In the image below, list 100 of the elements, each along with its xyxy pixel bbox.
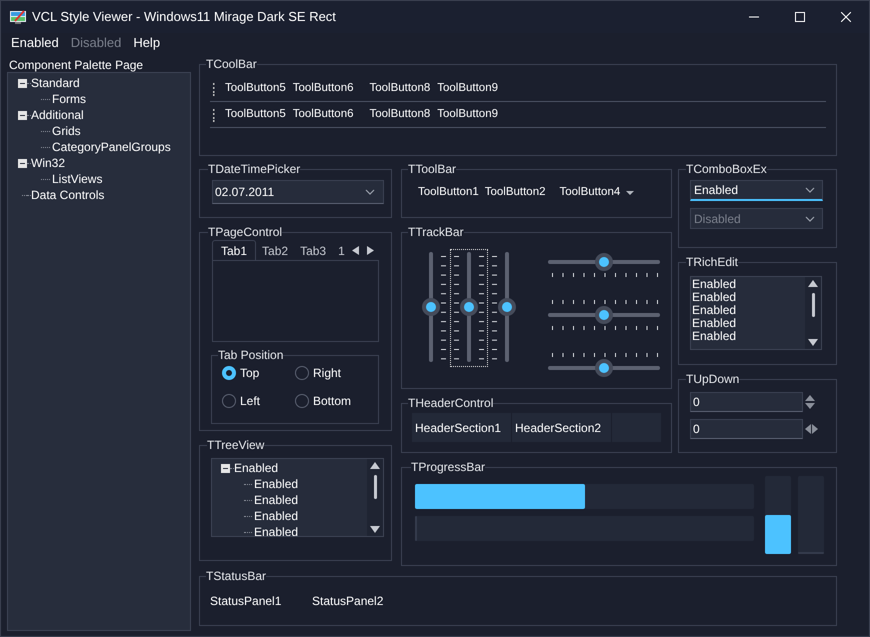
radio-label: Top [240, 365, 260, 382]
tool-button[interactable]: ToolButton5 [223, 106, 288, 124]
slider[interactable] [547, 298, 661, 332]
tree-item[interactable]: Grids [52, 122, 81, 140]
date-value: 02.07.2011 [215, 184, 276, 201]
tool-button[interactable]: ToolButton1 [418, 184, 479, 202]
dropdown-arrow-icon [626, 190, 634, 195]
radio-label: Left [240, 393, 260, 410]
panel-label: Component Palette Page [8, 57, 144, 71]
tree-item[interactable]: Standard [31, 74, 80, 92]
tab[interactable]: Tab2 [256, 242, 294, 260]
tab[interactable]: Tab3 [294, 242, 332, 260]
tree-item[interactable]: Enabled [254, 507, 298, 525]
rich-edit-box[interactable]: Enabled Enabled Enabled Enabled Enabled [690, 276, 822, 350]
group-title: Tab Position [218, 348, 284, 362]
scroll-up-icon[interactable] [808, 280, 818, 287]
spin-down-icon[interactable] [805, 403, 815, 409]
tree-item[interactable]: Enabled [254, 475, 298, 493]
scroll-left-icon[interactable] [352, 246, 359, 255]
tree-item[interactable]: Forms [52, 90, 86, 108]
collapse-icon[interactable] [18, 78, 27, 88]
tree-item[interactable]: Enabled [254, 523, 298, 536]
group-title: TTreeView [207, 438, 264, 452]
slider-thumb[interactable] [460, 298, 478, 316]
tool-button[interactable]: ToolButton6 [290, 106, 356, 124]
header-section[interactable]: HeaderSection1 [412, 413, 512, 442]
scrollbar[interactable] [367, 459, 383, 536]
scrollbar[interactable] [805, 277, 821, 349]
combo-box[interactable]: Enabled [690, 180, 823, 201]
tool-button[interactable]: ToolButton9 [435, 106, 500, 124]
slider[interactable] [450, 249, 488, 367]
tree-item[interactable]: Data Controls [31, 186, 104, 204]
tree-item[interactable]: Additional [31, 106, 84, 124]
date-field[interactable]: 02.07.2011 [212, 180, 384, 204]
tree-connector [41, 178, 50, 180]
tree-item[interactable]: Win32 [31, 154, 66, 172]
menu-item[interactable]: Help [133, 33, 160, 53]
slider-track[interactable] [422, 252, 440, 362]
scroll-down-icon[interactable] [370, 526, 380, 533]
text-line: Enabled [692, 317, 738, 330]
slider-track[interactable] [548, 253, 660, 271]
group-title: TToolBar [408, 162, 456, 176]
scroll-right-icon[interactable] [366, 246, 374, 255]
tool-button[interactable]: ToolButton8 [368, 80, 432, 98]
scroll-thumb[interactable] [374, 475, 376, 499]
grip-icon[interactable] [212, 108, 215, 122]
tree-item[interactable]: Enabled [234, 459, 278, 477]
combo-value: Disabled [694, 210, 742, 228]
radio-button[interactable] [222, 366, 236, 380]
header-section[interactable]: HeaderSection2 [512, 413, 612, 442]
slider-thumb[interactable] [498, 298, 516, 316]
group-title: TRichEdit [686, 255, 738, 269]
slider-thumb[interactable] [595, 359, 613, 377]
tree-connector [41, 130, 50, 132]
group-title: TStatusBar [206, 569, 266, 583]
scroll-down-icon[interactable] [808, 339, 818, 346]
tab[interactable]: Tab1 [212, 240, 256, 260]
tool-button[interactable]: ToolButton2 [484, 184, 546, 202]
close-icon [841, 12, 851, 22]
radio-button[interactable] [295, 366, 309, 380]
slider-track[interactable] [548, 359, 660, 377]
tree-item[interactable]: ListViews [52, 170, 102, 188]
grip-icon[interactable] [212, 82, 215, 96]
tree-item[interactable]: Enabled [254, 491, 298, 509]
slider-track[interactable] [548, 306, 660, 324]
tree-connector [41, 98, 50, 100]
radio-button[interactable] [295, 394, 309, 408]
text-line: Enabled [692, 330, 738, 343]
tool-button[interactable]: ToolButton8 [368, 106, 432, 124]
collapse-icon[interactable] [221, 464, 230, 472]
menu-item[interactable]: Enabled [11, 33, 59, 53]
group-title: TPageControl [208, 225, 282, 239]
tool-button[interactable]: ToolButton9 [435, 80, 500, 98]
collapse-icon[interactable] [18, 158, 27, 168]
combo-value: Enabled [694, 182, 740, 199]
slider-thumb[interactable] [422, 298, 440, 316]
tool-button[interactable]: ToolButton6 [290, 80, 356, 98]
group-title: TCoolBar [206, 57, 257, 71]
number-field[interactable]: 0 [690, 419, 803, 439]
text-line: Enabled [692, 278, 738, 291]
spin-up-icon[interactable] [805, 395, 815, 401]
slider-track[interactable] [498, 252, 516, 362]
tab[interactable]: 1 [332, 242, 351, 260]
spin-right-icon[interactable] [812, 424, 818, 434]
scroll-up-icon[interactable] [370, 462, 380, 469]
slider-thumb[interactable] [595, 253, 613, 271]
chevron-down-icon[interactable] [805, 187, 815, 193]
scroll-thumb[interactable] [812, 293, 814, 317]
collapse-icon[interactable] [18, 110, 27, 120]
tool-button[interactable]: ToolButton5 [223, 80, 288, 98]
group-title: TTrackBar [408, 225, 464, 239]
radio-button[interactable] [222, 394, 236, 408]
tree-item[interactable]: CategoryPanelGroups [52, 138, 171, 156]
spin-left-icon[interactable] [805, 424, 811, 434]
chevron-down-icon[interactable] [365, 189, 375, 195]
number-field[interactable]: 0 [690, 392, 803, 412]
slider-thumb[interactable] [595, 306, 613, 324]
tool-button[interactable]: ToolButton4 [560, 184, 634, 202]
radio-label: Right [313, 365, 342, 382]
slider-track[interactable] [460, 252, 478, 362]
